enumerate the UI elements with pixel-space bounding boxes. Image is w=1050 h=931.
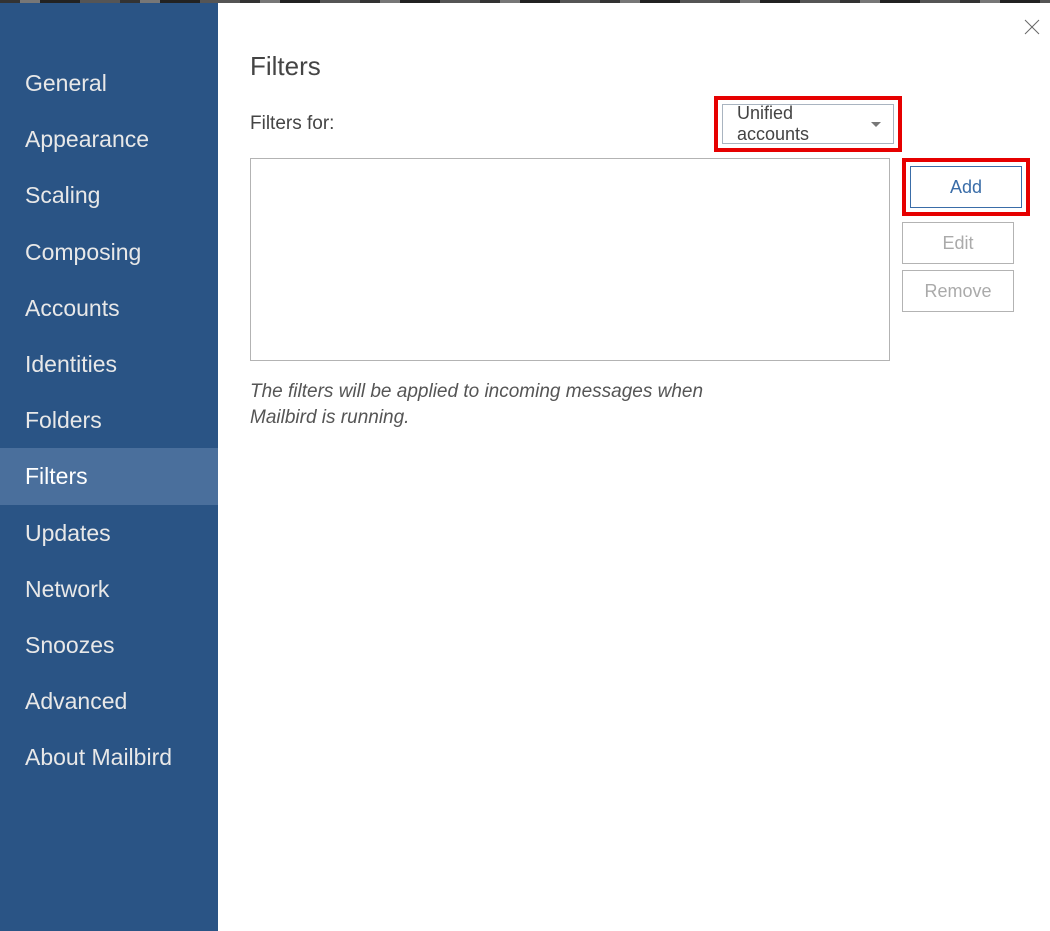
- filters-listbox[interactable]: [250, 158, 890, 361]
- window-top-edge: [0, 0, 1050, 3]
- sidebar-item-about[interactable]: About Mailbird: [0, 729, 218, 785]
- sidebar-item-updates[interactable]: Updates: [0, 505, 218, 561]
- chevron-down-icon: [871, 122, 881, 127]
- close-icon: [1022, 17, 1042, 37]
- settings-sidebar: General Appearance Scaling Composing Acc…: [0, 3, 218, 931]
- filter-for-row: Filters for: Unified accounts: [250, 96, 1030, 152]
- sidebar-item-advanced[interactable]: Advanced: [0, 673, 218, 729]
- page-title: Filters: [250, 51, 1030, 82]
- sidebar-item-scaling[interactable]: Scaling: [0, 167, 218, 223]
- filter-action-buttons: Add Edit Remove: [902, 158, 1030, 312]
- account-dropdown-value: Unified accounts: [737, 103, 865, 145]
- highlight-account-dropdown: Unified accounts: [714, 96, 902, 152]
- close-button[interactable]: [1022, 17, 1042, 42]
- sidebar-item-network[interactable]: Network: [0, 561, 218, 617]
- filters-content-row: Add Edit Remove: [250, 158, 1030, 361]
- sidebar-item-snoozes[interactable]: Snoozes: [0, 617, 218, 673]
- remove-button[interactable]: Remove: [902, 270, 1014, 312]
- settings-main-panel: Filters Filters for: Unified accounts Ad…: [218, 3, 1050, 931]
- sidebar-item-general[interactable]: General: [0, 55, 218, 111]
- sidebar-item-filters[interactable]: Filters: [0, 448, 218, 504]
- filters-for-label: Filters for:: [250, 113, 334, 135]
- settings-window: General Appearance Scaling Composing Acc…: [0, 0, 1050, 931]
- add-button[interactable]: Add: [910, 166, 1022, 208]
- sidebar-item-appearance[interactable]: Appearance: [0, 111, 218, 167]
- highlight-add-button: Add: [902, 158, 1030, 216]
- sidebar-item-folders[interactable]: Folders: [0, 392, 218, 448]
- sidebar-item-composing[interactable]: Composing: [0, 224, 218, 280]
- sidebar-item-accounts[interactable]: Accounts: [0, 280, 218, 336]
- filters-note: The filters will be applied to incoming …: [250, 379, 770, 430]
- account-dropdown[interactable]: Unified accounts: [722, 104, 894, 144]
- sidebar-item-identities[interactable]: Identities: [0, 336, 218, 392]
- edit-button[interactable]: Edit: [902, 222, 1014, 264]
